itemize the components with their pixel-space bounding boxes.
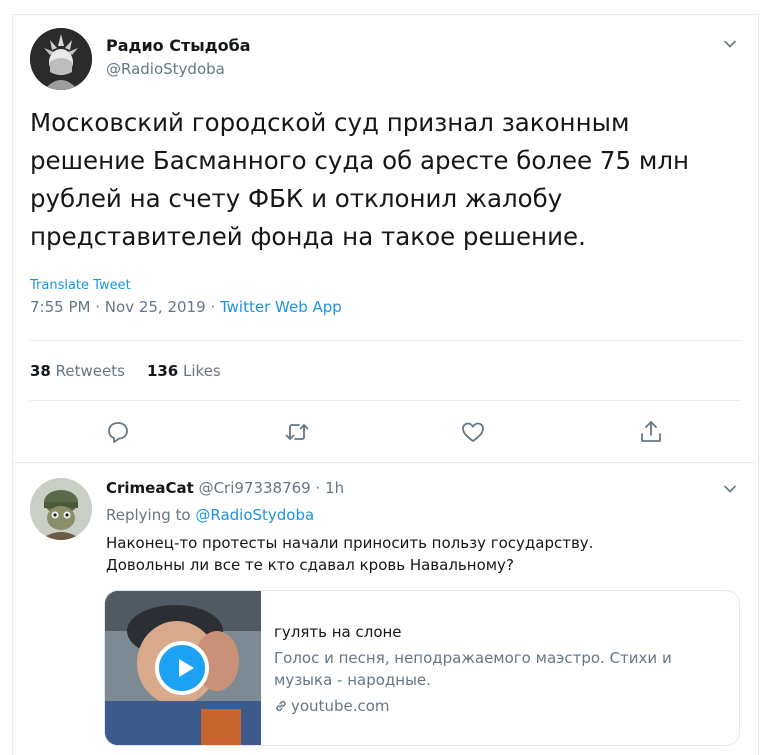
reply-text-line: Наконец-то протесты начали приносить пол… [106,534,594,552]
replying-to-mention[interactable]: @RadioStydoba [195,506,314,524]
play-button[interactable] [155,641,209,695]
author-avatar[interactable] [30,28,92,90]
reply-author-handle[interactable]: @Cri97338769 [199,479,311,497]
meta-separator: · [95,298,101,316]
section-divider [12,462,759,463]
chevron-down-icon[interactable] [722,481,738,497]
left-border [12,14,13,755]
video-thumbnail[interactable] [105,591,261,745]
divider [30,340,741,341]
card-domain-text: youtube.com [291,697,390,715]
author-name[interactable]: Радио Стыдоба [106,36,251,55]
replying-to: Replying to @RadioStydoba [106,506,314,524]
engagement-stats: 38 Retweets 136 Likes [30,362,221,380]
meta-separator: · [210,298,216,316]
author-handle[interactable]: @RadioStydoba [106,60,225,78]
link-icon [274,699,288,717]
likes-count: 136 [146,362,179,380]
top-border [12,14,759,15]
reply-time[interactable]: 1h [325,479,344,497]
link-card[interactable]: гулять на слоне Голос и песня, неподража… [104,590,740,746]
play-icon [179,659,194,677]
share-icon[interactable] [637,418,665,446]
reply-text: Наконец-то протесты начали приносить пол… [106,532,726,576]
reply-author-avatar[interactable] [30,478,92,540]
right-border [758,14,759,755]
replying-prefix: Replying to [106,506,191,524]
translate-tweet-link[interactable]: Translate Tweet [30,278,131,293]
tweet-time[interactable]: 7:55 PM [30,298,90,316]
chevron-down-icon[interactable] [722,36,738,52]
reply-header: CrimeaCat @Cri97338769 · 1h [106,479,344,497]
card-description: Голос и песня, неподражаемого маэстро. С… [274,649,672,689]
reply-separator: · [315,479,321,497]
source-app-link[interactable]: Twitter Web App [220,298,342,316]
tweet-meta: 7:55 PM · Nov 25, 2019 · Twitter Web App [30,298,342,316]
tweet-text: Московский городской суд признал законны… [30,108,690,251]
card-domain: youtube.com [274,697,390,717]
tweet-date[interactable]: Nov 25, 2019 [105,298,206,316]
retweets-label: Retweets [55,362,125,380]
divider [30,400,741,401]
reply-icon[interactable] [104,418,132,446]
likes-label: Likes [183,362,221,380]
reply-text-line: Довольны ли все те кто сдавал кровь Нава… [106,556,514,574]
retweets-count: 38 [30,362,51,380]
retweets-stat[interactable]: 38 Retweets [30,362,125,380]
reply-author-name[interactable]: CrimeaCat [106,479,194,497]
retweet-icon[interactable] [283,418,311,446]
like-icon[interactable] [459,418,487,446]
likes-stat[interactable]: 136 Likes [147,362,221,380]
card-title: гулять на слоне [274,623,402,641]
